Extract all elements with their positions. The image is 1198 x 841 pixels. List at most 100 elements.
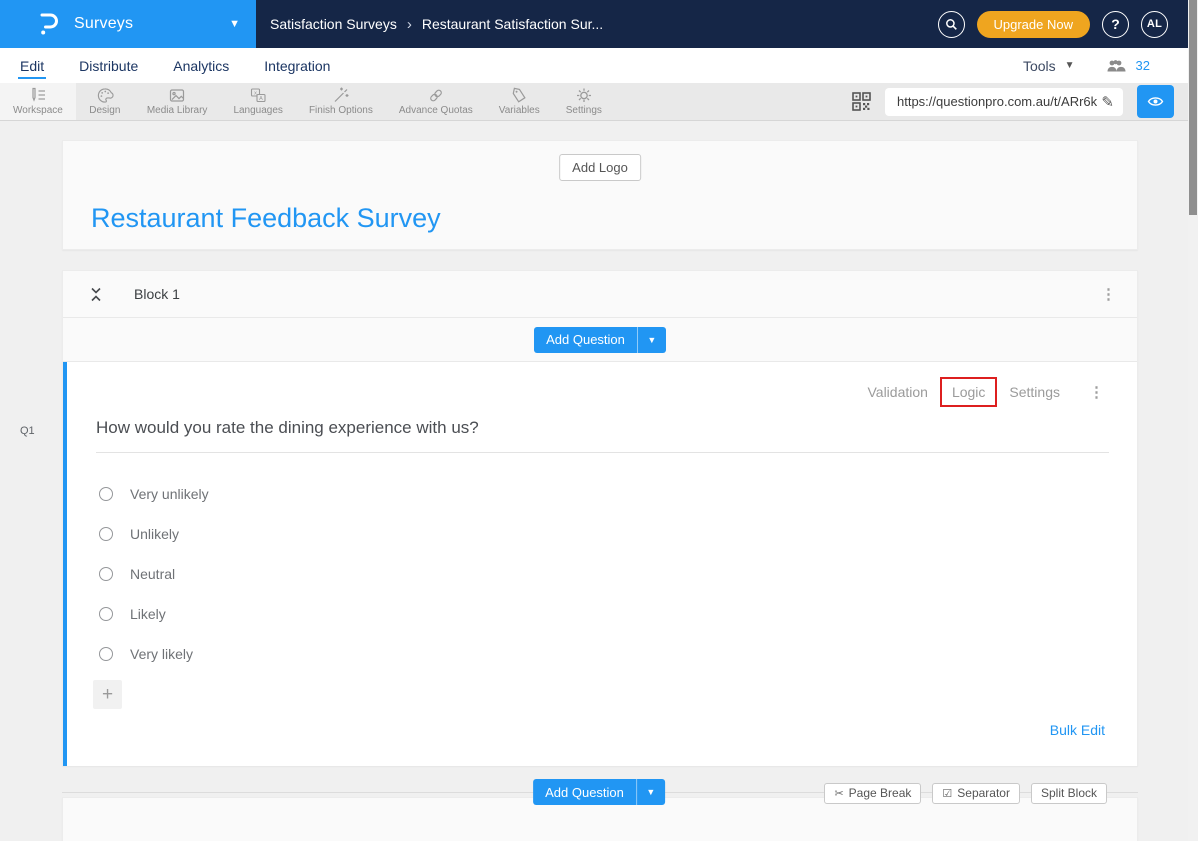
block-menu-kebab-icon[interactable]: ⋮ bbox=[1094, 285, 1123, 304]
add-question-split-button[interactable]: Add Question ▼ bbox=[533, 779, 665, 805]
answer-option-label[interactable]: Unlikely bbox=[130, 526, 179, 542]
page-break-label: Page Break bbox=[849, 786, 912, 800]
answer-option[interactable]: Likely bbox=[99, 594, 209, 634]
scrollbar-thumb[interactable] bbox=[1189, 0, 1197, 215]
breadcrumb-parent[interactable]: Satisfaction Surveys bbox=[270, 16, 397, 32]
add-question-button[interactable]: Add Question bbox=[533, 779, 636, 805]
advance-quotas-chain-icon bbox=[427, 87, 445, 104]
toolbar-item-workspace[interactable]: Workspace bbox=[0, 83, 76, 120]
editor-toolbar: Workspace Design Media Library xA Langua… bbox=[0, 83, 1188, 121]
finish-options-wand-icon bbox=[332, 87, 350, 104]
preview-button[interactable] bbox=[1137, 85, 1174, 118]
chevron-down-icon: ▼ bbox=[647, 335, 656, 345]
add-question-dropdown[interactable]: ▼ bbox=[636, 779, 665, 805]
toolbar-item-variables[interactable]: Variables bbox=[486, 83, 553, 120]
question-menu-settings[interactable]: Settings bbox=[999, 379, 1070, 405]
add-question-row-top: Add Question ▼ bbox=[63, 318, 1137, 362]
question-menu-validation[interactable]: Validation bbox=[857, 379, 937, 405]
question-menu-kebab-icon[interactable]: ⋮ bbox=[1082, 383, 1111, 402]
upgrade-now-button[interactable]: Upgrade Now bbox=[977, 11, 1091, 38]
answer-option[interactable]: Neutral bbox=[99, 554, 209, 594]
toolbar-right: ✎ bbox=[852, 83, 1188, 120]
block-title[interactable]: Block 1 bbox=[134, 286, 180, 302]
nav-right: Tools ▼ 32 bbox=[1023, 58, 1188, 74]
survey-url-field[interactable]: ✎ bbox=[885, 88, 1123, 116]
answer-option[interactable]: Very likely bbox=[99, 634, 209, 674]
qr-code-icon[interactable] bbox=[852, 92, 871, 111]
answer-option-label[interactable]: Likely bbox=[130, 606, 166, 622]
tab-analytics[interactable]: Analytics bbox=[171, 50, 231, 81]
media-library-icon bbox=[168, 87, 186, 104]
add-question-button[interactable]: Add Question bbox=[534, 327, 637, 353]
tools-menu[interactable]: Tools bbox=[1023, 58, 1056, 74]
radio-icon[interactable] bbox=[99, 567, 113, 581]
radio-icon[interactable] bbox=[99, 527, 113, 541]
toolbar-item-label: Advance Quotas bbox=[399, 105, 473, 116]
section-nav: Edit Distribute Analytics Integration To… bbox=[0, 48, 1188, 83]
design-palette-icon bbox=[96, 87, 114, 104]
surveys-menu[interactable]: Surveys ▼ bbox=[0, 0, 256, 48]
toolbar-item-design[interactable]: Design bbox=[76, 83, 134, 120]
add-option-button[interactable]: + bbox=[93, 680, 122, 709]
block-card: Block 1 ⋮ Add Question ▼ Validation Logi… bbox=[62, 270, 1138, 766]
answer-option-label[interactable]: Very unlikely bbox=[130, 486, 209, 502]
collaborators-icon[interactable] bbox=[1106, 59, 1127, 73]
questionpro-logo-icon bbox=[38, 11, 60, 37]
radio-icon[interactable] bbox=[99, 487, 113, 501]
chevron-down-icon[interactable]: ▼ bbox=[1065, 60, 1075, 71]
tab-distribute[interactable]: Distribute bbox=[77, 50, 140, 81]
split-block-label: Split Block bbox=[1041, 786, 1097, 800]
collapse-block-icon[interactable] bbox=[89, 286, 103, 303]
question-divider bbox=[96, 452, 1109, 453]
help-button[interactable]: ? bbox=[1102, 11, 1129, 38]
survey-url-input[interactable] bbox=[897, 94, 1097, 109]
page-break-button[interactable]: ✂ Page Break bbox=[824, 783, 921, 804]
collaborators-count[interactable]: 32 bbox=[1136, 58, 1150, 73]
tab-integration[interactable]: Integration bbox=[262, 50, 332, 81]
page-break-scissors-icon: ✂ bbox=[834, 787, 843, 800]
toolbar-item-advance-quotas[interactable]: Advance Quotas bbox=[386, 83, 486, 120]
separator-button[interactable]: ☑ Separator bbox=[932, 783, 1020, 804]
toolbar-item-label: Finish Options bbox=[309, 105, 373, 116]
chevron-down-icon: ▼ bbox=[646, 787, 655, 797]
search-button[interactable] bbox=[938, 11, 965, 38]
survey-title[interactable]: Restaurant Feedback Survey bbox=[91, 203, 441, 234]
toolbar-item-finish-options[interactable]: Finish Options bbox=[296, 83, 386, 120]
question-number-label: Q1 bbox=[20, 425, 35, 437]
edit-pencil-icon[interactable]: ✎ bbox=[1101, 93, 1114, 111]
add-logo-button[interactable]: Add Logo bbox=[559, 154, 641, 181]
add-question-split-button[interactable]: Add Question ▼ bbox=[534, 327, 666, 353]
questionpro-survey-editor: Surveys ▼ Satisfaction Surveys › Restaur… bbox=[0, 0, 1198, 841]
question-menu: Validation Logic Settings ⋮ bbox=[857, 377, 1111, 407]
toolbar-item-languages[interactable]: xA Languages bbox=[220, 83, 296, 120]
radio-icon[interactable] bbox=[99, 607, 113, 621]
toolbar-item-media-library[interactable]: Media Library bbox=[134, 83, 221, 120]
scrollbar-track[interactable] bbox=[1188, 0, 1198, 841]
tab-edit[interactable]: Edit bbox=[18, 50, 46, 81]
answer-option-label[interactable]: Very likely bbox=[130, 646, 193, 662]
toolbar-item-settings[interactable]: Settings bbox=[553, 83, 615, 120]
workspace-icon bbox=[29, 87, 47, 104]
languages-translate-icon: xA bbox=[249, 87, 267, 104]
split-block-button[interactable]: Split Block bbox=[1031, 783, 1107, 804]
svg-text:A: A bbox=[259, 96, 263, 102]
answer-option[interactable]: Unlikely bbox=[99, 514, 209, 554]
brand-label: Surveys bbox=[74, 15, 133, 33]
search-icon bbox=[944, 17, 959, 32]
separator-label: Separator bbox=[957, 786, 1010, 800]
separator-checkbox-icon: ☑ bbox=[942, 787, 952, 800]
question-card: Validation Logic Settings ⋮ How would yo… bbox=[63, 362, 1137, 766]
survey-header-card: Add Logo Restaurant Feedback Survey bbox=[62, 140, 1138, 250]
chevron-down-icon: ▼ bbox=[229, 18, 240, 30]
question-menu-logic-highlighted[interactable]: Logic bbox=[940, 377, 997, 407]
answer-option-label[interactable]: Neutral bbox=[130, 566, 175, 582]
question-text[interactable]: How would you rate the dining experience… bbox=[96, 418, 479, 438]
toolbar-item-label: Variables bbox=[499, 105, 540, 116]
add-question-dropdown[interactable]: ▼ bbox=[637, 327, 666, 353]
avatar[interactable]: AL bbox=[1141, 11, 1168, 38]
block-header: Block 1 ⋮ bbox=[63, 271, 1137, 318]
answer-option[interactable]: Very unlikely bbox=[99, 474, 209, 514]
bulk-edit-link[interactable]: Bulk Edit bbox=[1050, 722, 1105, 738]
radio-icon[interactable] bbox=[99, 647, 113, 661]
toolbar-item-label: Design bbox=[89, 105, 120, 116]
